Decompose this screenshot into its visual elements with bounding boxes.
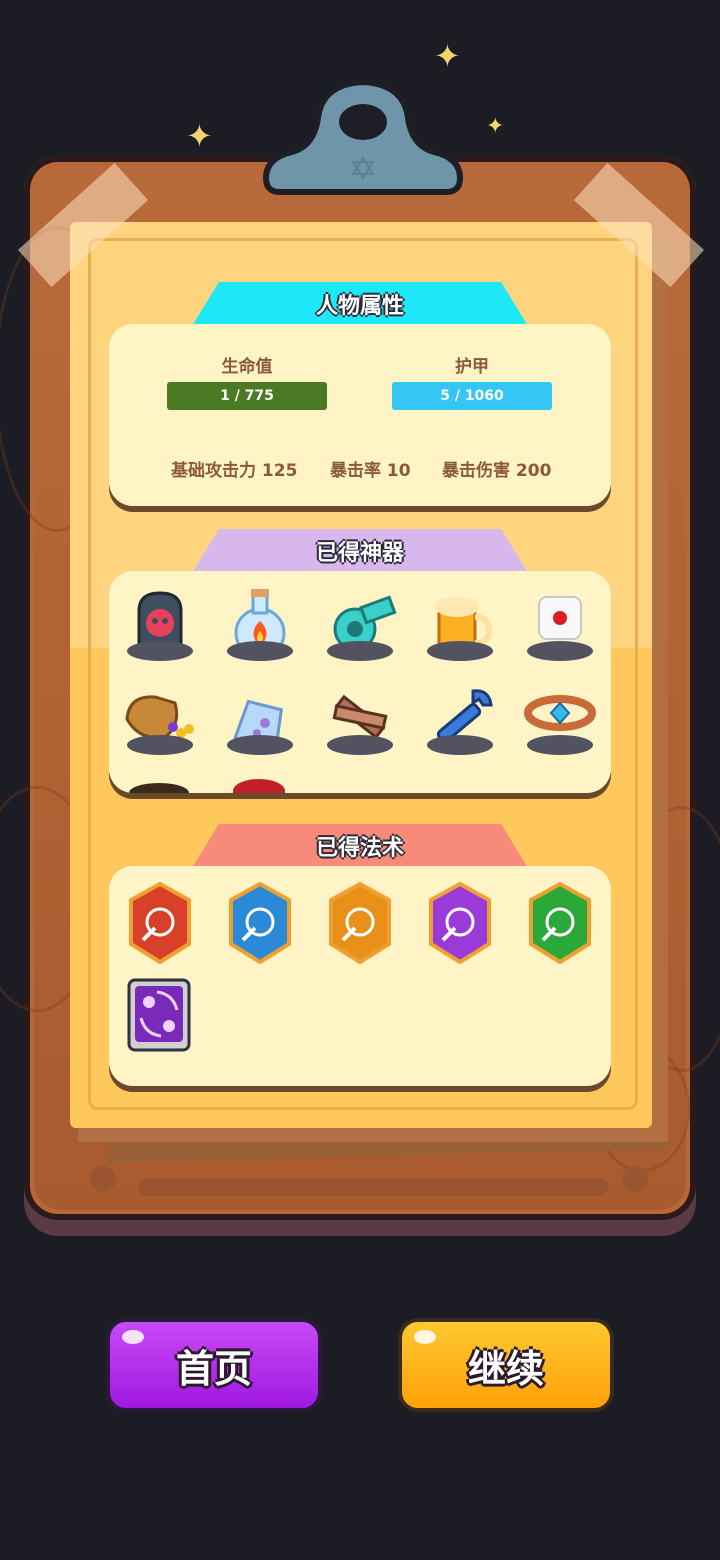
nature-spell-icon[interactable] xyxy=(527,881,593,965)
sparkle-icon: ✦ xyxy=(434,37,461,75)
treasure-sack-icon[interactable] xyxy=(115,675,205,765)
crit-damage: 暴击伤害 200 xyxy=(442,461,552,481)
vortex-spell-icon[interactable] xyxy=(127,978,191,1058)
skull-tombstone-icon[interactable] xyxy=(115,581,205,671)
clipboard-slot xyxy=(138,1178,608,1196)
dice-icon[interactable] xyxy=(515,581,605,671)
screw-icon xyxy=(90,1166,116,1192)
armor-label: 护甲 xyxy=(455,357,489,377)
fire-spell-icon[interactable] xyxy=(127,881,193,965)
home-button-label: 首页 xyxy=(175,1346,252,1391)
spells-section-title: 已得法术 xyxy=(192,824,528,868)
light-spell-icon[interactable] xyxy=(327,881,393,965)
sparkle-icon: ✦ xyxy=(186,117,213,155)
crit-rate: 暴击率 10 xyxy=(330,461,411,481)
continue-button[interactable]: 继续 xyxy=(398,1318,614,1412)
hp-label: 生命值 xyxy=(221,357,273,377)
home-button[interactable]: 首页 xyxy=(106,1318,322,1412)
sparkle-icon: ✦ xyxy=(486,114,505,139)
spells-panel xyxy=(109,866,611,1086)
charm-bag-icon[interactable] xyxy=(215,675,305,765)
clipboard-clip xyxy=(262,78,464,195)
armor-bar: 5 / 1060 xyxy=(392,382,552,410)
whistle-icon[interactable] xyxy=(315,581,405,671)
wrench-icon[interactable] xyxy=(415,675,505,765)
spells-title-text: 已得法术 xyxy=(315,836,404,861)
stats-section-title: 人物属性 xyxy=(192,282,528,326)
stats-panel: 生命值 1 / 775 护甲 5 / 1060 基础攻击力 125 暴击率 10… xyxy=(109,324,611,506)
artifacts-title-text: 已得神器 xyxy=(315,541,404,566)
continue-button-label: 继续 xyxy=(467,1346,544,1391)
partial-item-row xyxy=(129,777,591,793)
fire-potion-icon[interactable] xyxy=(215,581,305,671)
wooden-planks-icon[interactable] xyxy=(315,675,405,765)
artifacts-panel[interactable] xyxy=(109,571,611,793)
beer-mug-icon[interactable] xyxy=(415,581,505,671)
gem-bracelet-icon[interactable] xyxy=(515,675,605,765)
arcane-spell-icon[interactable] xyxy=(427,881,493,965)
screw-icon xyxy=(622,1166,648,1192)
stats-title-text: 人物属性 xyxy=(315,294,404,319)
artifacts-section-title: 已得神器 xyxy=(192,529,528,573)
ice-spell-icon[interactable] xyxy=(227,881,293,965)
base-attack: 基础攻击力 125 xyxy=(171,461,298,481)
hp-bar: 1 / 775 xyxy=(167,382,327,410)
